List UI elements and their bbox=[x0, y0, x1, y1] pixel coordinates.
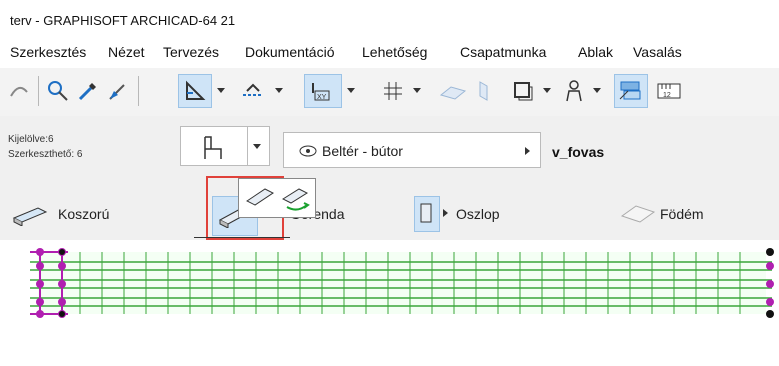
menu-tervezes[interactable]: Tervezés bbox=[163, 44, 219, 60]
chevron-down-icon[interactable] bbox=[270, 74, 288, 108]
slab-icon bbox=[620, 205, 656, 223]
chevron-down-icon[interactable] bbox=[588, 74, 606, 108]
title-bar: terv - GRAPHISOFT ARCHICAD-64 21 bbox=[0, 0, 779, 36]
snap-icon[interactable] bbox=[236, 74, 270, 108]
chair-icon bbox=[204, 136, 222, 159]
shape-icon[interactable] bbox=[472, 74, 496, 108]
toolbar-separator bbox=[38, 76, 39, 106]
svg-text:12: 12 bbox=[663, 92, 671, 99]
editable-count: Szerkeszthető: 6 bbox=[8, 149, 83, 160]
arc-icon[interactable] bbox=[6, 74, 32, 108]
floor-plan-canvas[interactable] bbox=[0, 240, 779, 361]
column-icon bbox=[420, 203, 432, 223]
xy-icon[interactable]: XY bbox=[304, 74, 342, 108]
beam-grid-drawing bbox=[30, 248, 774, 318]
menu-nezet[interactable]: Nézet bbox=[108, 44, 145, 60]
chevron-down-icon[interactable] bbox=[538, 74, 556, 108]
chevron-down-icon[interactable] bbox=[212, 74, 230, 108]
menu-szerkesztes[interactable]: Szerkesztés bbox=[10, 44, 86, 60]
gravity-icon[interactable] bbox=[178, 74, 212, 108]
beam-ring-icon bbox=[12, 207, 48, 226]
pipette-icon[interactable] bbox=[74, 74, 102, 108]
layer-dropdown[interactable]: Beltér - bútor bbox=[283, 132, 541, 168]
menu-vasalas[interactable]: Vasalás bbox=[633, 44, 682, 60]
eye-icon bbox=[299, 145, 317, 157]
ruler-icon[interactable]: 12 bbox=[652, 74, 686, 108]
menu-lehetoseg[interactable]: Lehetőség bbox=[362, 44, 427, 60]
chevron-right-icon bbox=[525, 147, 530, 155]
beam-curved-icon[interactable] bbox=[279, 183, 313, 213]
window-icon[interactable] bbox=[508, 74, 538, 108]
tool-oszlop[interactable]: Oszlop bbox=[412, 196, 542, 232]
chevron-down-icon[interactable] bbox=[408, 74, 426, 108]
tool-oszlop-label: Oszlop bbox=[456, 206, 500, 222]
object-selector[interactable] bbox=[180, 126, 270, 166]
selected-count: Kijelölve:6 bbox=[8, 134, 54, 145]
tool-underline bbox=[194, 237, 290, 238]
menu-ablak[interactable]: Ablak bbox=[578, 44, 613, 60]
beam-straight-icon[interactable] bbox=[243, 183, 277, 213]
layer-icon[interactable] bbox=[614, 74, 648, 108]
menu-dokumentacio[interactable]: Dokumentáció bbox=[245, 44, 335, 60]
chevron-down-icon[interactable] bbox=[342, 74, 360, 108]
tool-fodem[interactable]: Födém bbox=[616, 196, 736, 232]
tool-koszoru-label: Koszorú bbox=[58, 206, 110, 222]
info-box: Kijelölve:6 Szerkeszthető: 6 Beltér - bú… bbox=[0, 116, 779, 188]
person-icon[interactable] bbox=[560, 74, 588, 108]
layer-label: Beltér - bútor bbox=[322, 143, 403, 159]
plane-icon[interactable] bbox=[436, 74, 470, 108]
svg-text:XY: XY bbox=[317, 94, 327, 101]
element-id: v_fovas bbox=[552, 144, 605, 160]
chevron-right-icon bbox=[443, 209, 448, 217]
menu-csapatmunka[interactable]: Csapatmunka bbox=[460, 44, 546, 60]
toolbar-separator bbox=[138, 76, 139, 106]
tool-bar: Koszorú Gerenda Oszlop Födém bbox=[0, 188, 779, 240]
tool-koszoru[interactable]: Koszorú bbox=[8, 196, 148, 232]
inject-icon[interactable] bbox=[104, 74, 132, 108]
selector-divider bbox=[247, 127, 248, 165]
tool-fodem-label: Födém bbox=[660, 206, 704, 222]
toolbar: XY 12 bbox=[0, 68, 779, 116]
grid-icon[interactable] bbox=[378, 74, 408, 108]
chevron-down-icon bbox=[253, 144, 261, 149]
beam-popup bbox=[238, 178, 316, 218]
window-title: terv - GRAPHISOFT ARCHICAD-64 21 bbox=[10, 13, 236, 28]
magic-wand-icon[interactable] bbox=[44, 74, 72, 108]
menu-bar: Szerkesztés Nézet Tervezés Dokumentáció … bbox=[0, 36, 779, 68]
